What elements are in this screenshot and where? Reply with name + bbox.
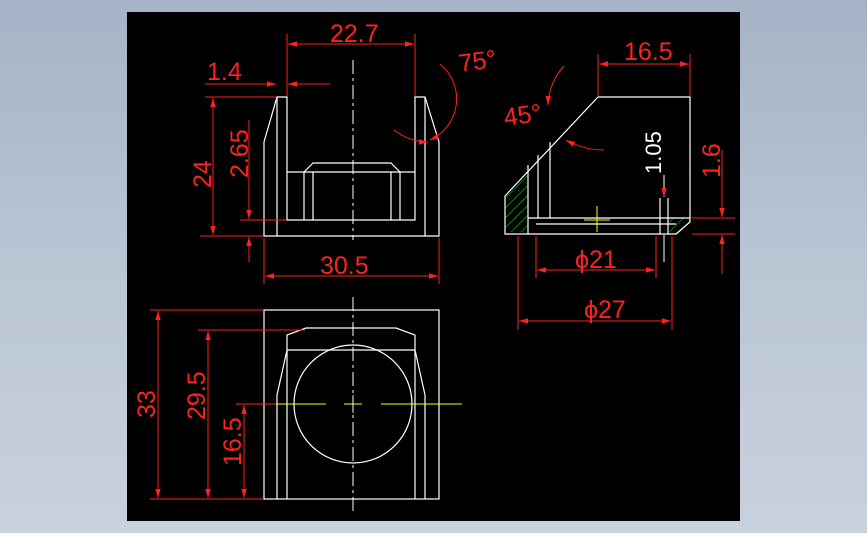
dim-side-dia-large: ϕ27 xyxy=(584,296,626,324)
dim-front-top-width: 22.7 xyxy=(330,20,379,48)
cad-drawing: 22.7 1.4 75° 24 2.65 30.5 16.5 45° 1.05 … xyxy=(127,12,740,521)
dim-front-height-inner: 2.65 xyxy=(226,129,254,178)
dim-top-height-mid: 29.5 xyxy=(183,371,211,420)
dim-side-dia-small: ϕ21 xyxy=(575,246,617,274)
dim-side-height-right: 1.6 xyxy=(698,143,726,178)
dim-side-groove: 1.05 xyxy=(641,131,666,174)
dim-front-height-outer: 24 xyxy=(189,160,217,188)
dim-front-bottom-width: 30.5 xyxy=(320,252,369,280)
dim-top-height-center: 16.5 xyxy=(219,417,247,466)
dim-front-left-step: 1.4 xyxy=(207,58,242,86)
dim-side-top-width: 16.5 xyxy=(624,38,673,66)
dim-top-height-total: 33 xyxy=(133,390,161,418)
dim-side-angle: 45° xyxy=(502,99,543,132)
dim-front-angle: 75° xyxy=(457,45,498,78)
